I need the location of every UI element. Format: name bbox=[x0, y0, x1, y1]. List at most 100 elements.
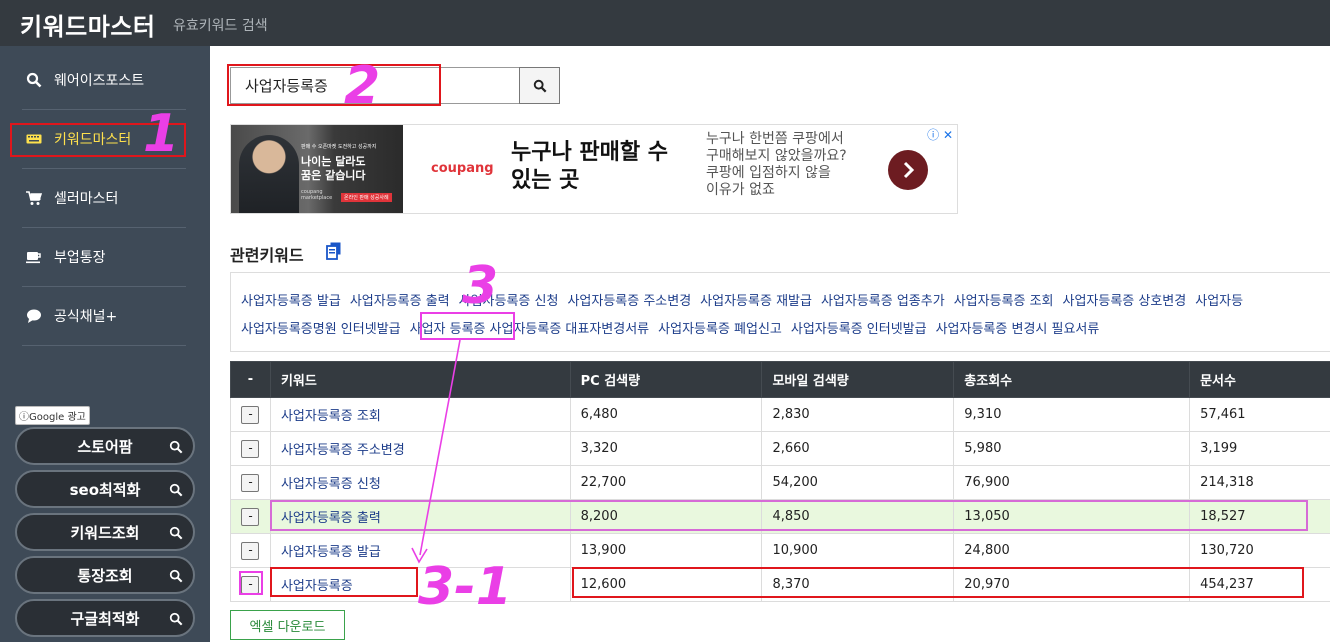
mobile-volume-cell: 2,830 bbox=[761, 397, 955, 432]
ad-image-brand: coupang marketplace bbox=[301, 189, 333, 201]
chat-icon bbox=[27, 309, 41, 323]
pc-volume-cell: 13,900 bbox=[569, 533, 763, 568]
search-icon bbox=[169, 526, 183, 540]
related-keyword-link[interactable]: 사업자등록증 재발급 bbox=[700, 294, 812, 309]
annotation-number-3-1: 3-1 bbox=[418, 557, 512, 617]
annotation-number-2: 2 bbox=[344, 56, 381, 116]
ad-image-badge: 온라인 판매 성공사례 bbox=[341, 193, 392, 202]
ad-go-button[interactable] bbox=[888, 150, 928, 190]
ad-link-label: 스토어팜 bbox=[77, 437, 133, 456]
remove-row-button[interactable]: - bbox=[241, 473, 260, 492]
mobile-volume-cell: 8,370 bbox=[761, 567, 955, 602]
google-ad-badge[interactable]: ⓘGoogle 광고 bbox=[15, 406, 90, 425]
pc-volume-cell: 8,200 bbox=[569, 499, 763, 534]
total-volume-cell: 5,980 bbox=[953, 431, 1191, 466]
table-row: - 사업자등록증 12,600 8,370 20,970 454,237 bbox=[230, 567, 1330, 602]
related-keyword-link[interactable]: 사업자등록증 주소변경 bbox=[567, 294, 691, 309]
related-keywords-box: 사업자등록증 발급 사업자등록증 출력 사업자등록증 신청 사업자등록증 주소변경 사업… bbox=[230, 272, 1330, 352]
search-icon bbox=[26, 72, 42, 88]
ad-link-keyword-lookup[interactable]: 키워드조회 bbox=[15, 513, 195, 551]
sidebar-item-sellermaster[interactable]: 셀러마스터 bbox=[22, 169, 186, 228]
related-keyword-link[interactable]: 사업자등록증명원 인터넷발급 bbox=[241, 322, 401, 337]
table-row: - 사업자등록증 발급 13,900 10,900 24,800 130,720 bbox=[230, 533, 1330, 568]
remove-row-button[interactable]: - bbox=[241, 507, 260, 526]
total-volume-cell: 76,900 bbox=[953, 465, 1191, 500]
row-action-cell: - bbox=[230, 397, 271, 432]
pc-volume-cell: 22,700 bbox=[569, 465, 763, 500]
ad-link-account-lookup[interactable]: 통장조회 bbox=[15, 556, 195, 594]
coffee-icon bbox=[26, 252, 41, 264]
related-keywords-line-1: 사업자등록증 발급 사업자등록증 출력 사업자등록증 신청 사업자등록증 주소변경 사업… bbox=[241, 290, 1252, 309]
pc-volume-cell: 3,320 bbox=[569, 431, 763, 466]
column-header: - bbox=[230, 361, 271, 398]
row-action-cell: - bbox=[230, 567, 271, 602]
ad-image-caption: 판매 수 오픈마켓 도전하고 성공까지 bbox=[301, 144, 377, 150]
related-keyword-link[interactable]: 사업자등 bbox=[1195, 294, 1243, 309]
related-keyword-link[interactable]: 사업자등록증 상호변경 bbox=[1063, 294, 1187, 309]
docs-count-cell: 3,199 bbox=[1189, 431, 1330, 466]
search-icon bbox=[169, 483, 183, 497]
related-keyword-link[interactable]: 사업자등록증 변경시 필요서류 bbox=[936, 322, 1100, 337]
total-volume-cell: 20,970 bbox=[953, 567, 1191, 602]
keyword-cell[interactable]: 사업자등록증 출력 bbox=[269, 499, 571, 534]
remove-row-button[interactable]: - bbox=[241, 575, 260, 594]
ad-image: 판매 수 오픈마켓 도전하고 성공까지 나이는 달라도 꿈은 같습니다 coup… bbox=[231, 125, 403, 213]
mobile-volume-cell: 2,660 bbox=[761, 431, 955, 466]
column-header[interactable]: 모바일 검색량 bbox=[761, 361, 955, 398]
keyword-cell[interactable]: 사업자등록증 주소변경 bbox=[269, 431, 571, 466]
column-header[interactable]: 키워드 bbox=[269, 361, 571, 398]
column-header[interactable]: 총조회수 bbox=[953, 361, 1191, 398]
remove-row-button[interactable]: - bbox=[241, 541, 260, 560]
search-icon bbox=[169, 440, 183, 454]
total-volume-cell: 9,310 bbox=[953, 397, 1191, 432]
sidebar-item-whereispost[interactable]: 웨어이즈포스트 bbox=[22, 51, 186, 110]
keyboard-icon bbox=[26, 134, 42, 144]
annotation-number-1: 1 bbox=[143, 104, 180, 164]
related-keyword-link[interactable]: 사업자등록증 폐업신고 bbox=[658, 322, 782, 337]
keyword-cell[interactable]: 사업자등록증 신청 bbox=[269, 465, 571, 500]
copy-icon[interactable] bbox=[326, 242, 342, 260]
sidebar-item-label: 키워드마스터 bbox=[54, 132, 132, 148]
section-title: 관련키워드 bbox=[230, 246, 304, 265]
excel-download-button[interactable]: 엑셀 다운로드 bbox=[230, 610, 345, 640]
related-keywords-line-2: 사업자등록증명원 인터넷발급 사업자 등록증 사업자등록증 대표자변경서류 사업자등록… bbox=[241, 318, 1108, 337]
column-header[interactable]: 문서수 bbox=[1189, 361, 1330, 398]
app-subtitle: 유효키워드 검색 bbox=[173, 18, 268, 34]
related-keyword-link[interactable]: 사업자등록증 발급 bbox=[241, 294, 341, 309]
search-button[interactable] bbox=[519, 67, 560, 104]
ad-banner[interactable]: 판매 수 오픈마켓 도전하고 성공까지 나이는 달라도 꿈은 같습니다 coup… bbox=[230, 124, 958, 214]
related-keyword-link[interactable]: 사업자등록증 출력 bbox=[350, 294, 450, 309]
row-action-cell: - bbox=[230, 533, 271, 568]
related-keyword-link[interactable]: 사업자등록증 대표자변경서류 bbox=[490, 322, 650, 337]
related-keyword-link[interactable]: 사업자등록증 인터넷발급 bbox=[791, 322, 927, 337]
related-keyword-link[interactable]: 사업자 등록증 bbox=[410, 322, 486, 337]
remove-row-button[interactable]: - bbox=[241, 405, 260, 424]
remove-row-button[interactable]: - bbox=[241, 439, 260, 458]
ad-close-icon[interactable]: ⓘ ✕ bbox=[927, 126, 953, 143]
table-row: - 사업자등록증 조회 6,480 2,830 9,310 57,461 bbox=[230, 397, 1330, 432]
docs-count-cell: 214,318 bbox=[1189, 465, 1330, 500]
column-header[interactable]: PC 검색량 bbox=[569, 361, 763, 398]
ad-link-label: 통장조회 bbox=[77, 566, 133, 585]
top-bar: 키워드마스터 유효키워드 검색 bbox=[0, 0, 1330, 46]
sidebar-item-side-job[interactable]: 부업통장 bbox=[22, 228, 186, 287]
related-keyword-link[interactable]: 사업자등록증 업종추가 bbox=[821, 294, 945, 309]
ad-headline: 누구나 판매할 수 있는 곳 bbox=[511, 140, 668, 193]
mobile-volume-cell: 4,850 bbox=[761, 499, 955, 534]
search-icon bbox=[533, 79, 546, 92]
mobile-volume-cell: 54,200 bbox=[761, 465, 955, 500]
app-title[interactable]: 키워드마스터 bbox=[20, 7, 155, 42]
sidebar-item-official-channel[interactable]: 공식채널+ bbox=[22, 287, 186, 346]
ad-link-seo[interactable]: seo최적화 bbox=[15, 470, 195, 508]
ad-link-storefarm[interactable]: 스토어팜 bbox=[15, 427, 195, 465]
table-row: - 사업자등록증 주소변경 3,320 2,660 5,980 3,199 bbox=[230, 431, 1330, 466]
search-icon bbox=[169, 612, 183, 626]
annotation-number-3: 3 bbox=[462, 256, 499, 316]
related-keyword-link[interactable]: 사업자등록증 조회 bbox=[954, 294, 1054, 309]
search-icon bbox=[169, 569, 183, 583]
total-volume-cell: 13,050 bbox=[953, 499, 1191, 534]
keyword-cell[interactable]: 사업자등록증 조회 bbox=[269, 397, 571, 432]
ad-link-google-seo[interactable]: 구글최적화 bbox=[15, 599, 195, 637]
row-action-cell: - bbox=[230, 499, 271, 534]
table-row-highlighted: - 사업자등록증 출력 8,200 4,850 13,050 18,527 bbox=[230, 499, 1330, 534]
